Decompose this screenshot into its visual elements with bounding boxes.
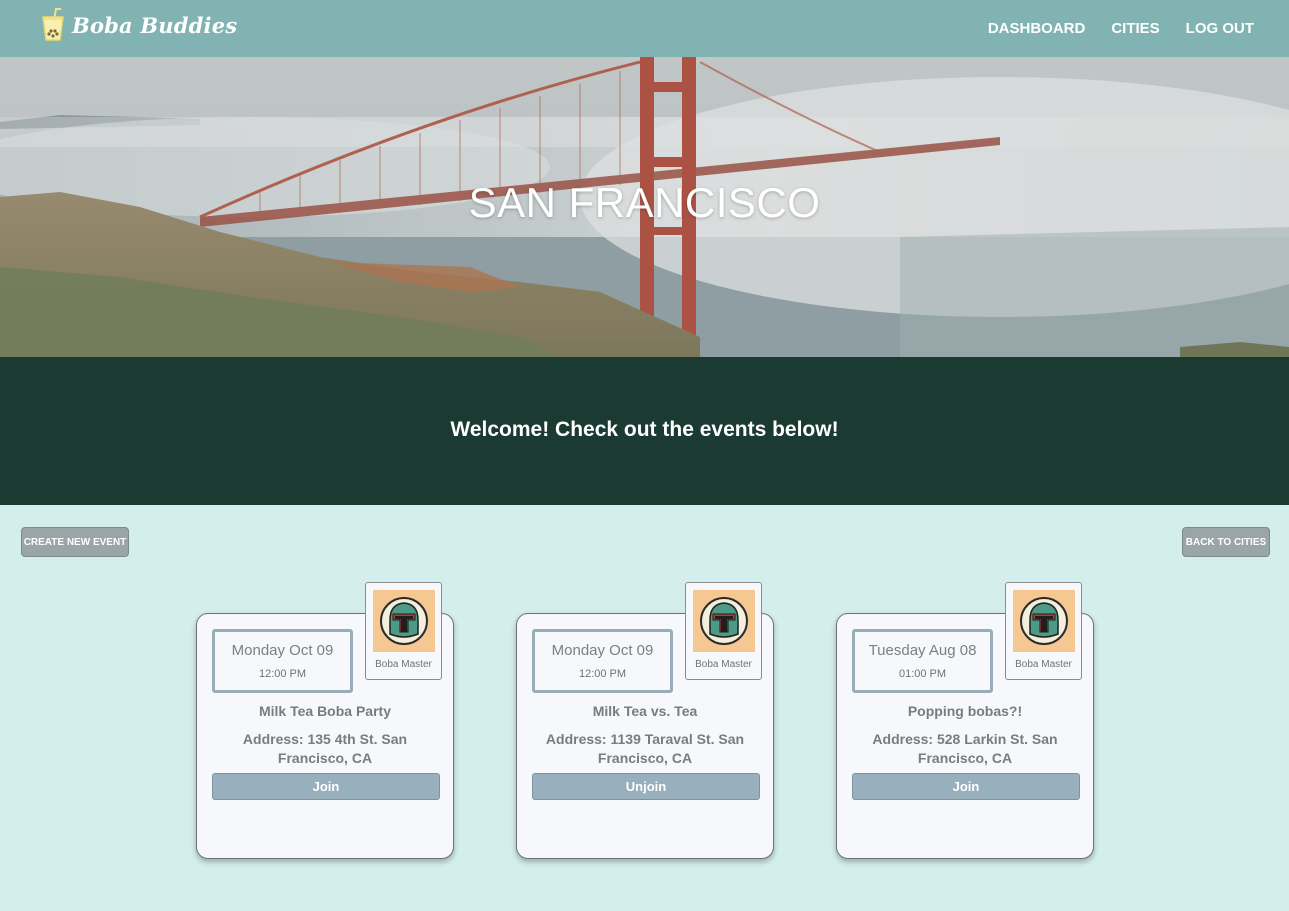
event-address: Address: 1139 Taraval St. San Francisco,… xyxy=(545,731,745,766)
brand-logo[interactable]: Boba Buddies xyxy=(40,8,237,42)
event-date: Monday Oct 09 xyxy=(551,642,654,659)
event-title: Milk Tea Boba Party xyxy=(258,703,391,719)
helmet-avatar-icon xyxy=(1013,590,1075,652)
event-card: Monday Oct 09 12:00 PM Boba Master Milk … xyxy=(196,582,454,859)
helmet-avatar-icon xyxy=(693,590,755,652)
event-date: Monday Oct 09 xyxy=(231,642,334,659)
nav-logout[interactable]: LOG OUT xyxy=(1186,20,1254,37)
back-to-cities-button[interactable]: BACK TO CITIES xyxy=(1182,527,1270,557)
welcome-message: Welcome! Check out the events below! xyxy=(450,418,839,441)
nav-dashboard[interactable]: DASHBOARD xyxy=(988,20,1086,37)
event-date: Tuesday Aug 08 xyxy=(868,642,977,659)
event-time: 01:00 PM xyxy=(898,668,947,680)
host-name: Boba Master xyxy=(695,659,752,670)
nav-links: DASHBOARD CITIES LOG OUT xyxy=(962,0,1254,57)
event-time: 12:00 PM xyxy=(578,668,627,680)
create-event-button[interactable]: CREATE NEW EVENT xyxy=(21,527,129,557)
event-date-box: Monday Oct 09 12:00 PM xyxy=(212,629,353,693)
event-address: Address: 135 4th St. San Francisco, CA xyxy=(242,731,408,766)
event-date-box: Tuesday Aug 08 01:00 PM xyxy=(852,629,993,693)
host-badge[interactable]: Boba Master xyxy=(1005,582,1082,680)
nav-cities[interactable]: CITIES xyxy=(1111,20,1159,37)
navbar: Boba Buddies DASHBOARD CITIES LOG OUT xyxy=(0,0,1289,57)
event-date-box: Monday Oct 09 12:00 PM xyxy=(532,629,673,693)
host-badge[interactable]: Boba Master xyxy=(685,582,762,680)
event-card: Monday Oct 09 12:00 PM Boba Master Milk … xyxy=(516,582,774,859)
event-time: 12:00 PM xyxy=(258,668,307,680)
event-title: Popping bobas?! xyxy=(907,703,1023,719)
boba-cup-icon xyxy=(42,8,64,41)
join-button[interactable]: Join xyxy=(212,773,440,800)
host-name: Boba Master xyxy=(1015,659,1072,670)
event-card: Tuesday Aug 08 01:00 PM Boba Master Popp… xyxy=(836,582,1094,859)
hero-banner: SAN FRANCISCO xyxy=(0,57,1289,357)
city-title: SAN FRANCISCO xyxy=(468,179,821,226)
host-name: Boba Master xyxy=(375,659,432,670)
unjoin-button[interactable]: Unjoin xyxy=(532,773,760,800)
welcome-band: Welcome! Check out the events below! xyxy=(0,357,1289,505)
join-button[interactable]: Join xyxy=(852,773,1080,800)
brand-name: Boba Buddies xyxy=(72,12,238,38)
event-title: Milk Tea vs. Tea xyxy=(592,703,698,719)
helmet-avatar-icon xyxy=(373,590,435,652)
host-badge[interactable]: Boba Master xyxy=(365,582,442,680)
event-address: Address: 528 Larkin St. San Francisco, C… xyxy=(872,731,1058,766)
